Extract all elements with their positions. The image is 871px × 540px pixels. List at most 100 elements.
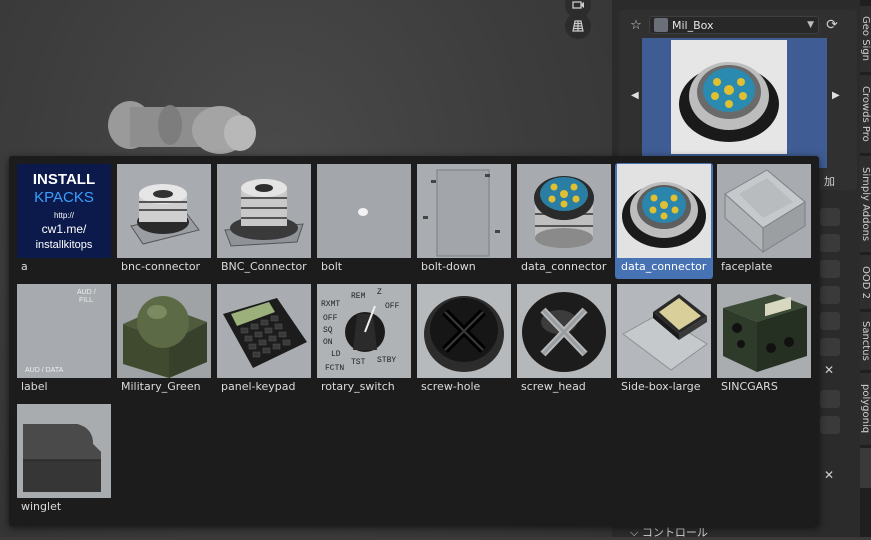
property-button-8[interactable] xyxy=(820,416,840,434)
property-button-1[interactable] xyxy=(820,208,840,226)
asset-thumbnail xyxy=(517,284,611,378)
asset-tile-label: BNC_Connector xyxy=(221,260,307,273)
tab-geo-sign[interactable]: Geo Sign xyxy=(860,6,871,72)
asset-tile[interactable]: panel-keypad xyxy=(215,283,313,399)
asset-tile-label: label xyxy=(21,380,48,393)
asset-dropdown-value: Mil_Box xyxy=(672,18,714,32)
rotary-label-sq: SQ xyxy=(323,326,333,335)
label-thumb-bottom: AUD / DATA xyxy=(25,367,64,374)
asset-tile-label: bolt xyxy=(321,260,343,273)
asset-tile-label: data_connector xyxy=(521,260,607,273)
asset-thumbnail-icon xyxy=(654,18,668,32)
asset-thumbnail xyxy=(17,404,111,498)
install-line4: cw1.me/ xyxy=(42,222,87,236)
asset-tile-label: screw-hole xyxy=(421,380,481,393)
close-icon[interactable]: ✕ xyxy=(824,468,834,482)
previous-arrow-icon[interactable]: ◀ xyxy=(631,90,639,101)
asset-picker-popup: INSTALL KPACKS http:// cw1.me/ installki… xyxy=(9,156,819,526)
next-arrow-icon[interactable]: ▶ xyxy=(832,90,840,101)
install-line3: http:// xyxy=(54,211,75,220)
asset-thumbnail xyxy=(117,164,211,258)
asset-tile[interactable]: SINCGARS xyxy=(715,283,813,399)
asset-tile[interactable]: BNC_Connector xyxy=(215,163,313,279)
asset-tile-label: screw_head xyxy=(521,380,586,393)
tab-simply-addons[interactable]: Simply Addons xyxy=(860,156,871,252)
asset-thumbnail xyxy=(317,164,411,258)
rotary-label-on: ON xyxy=(323,338,333,347)
asset-tile-label: a xyxy=(21,260,28,273)
property-button-4[interactable] xyxy=(820,286,840,304)
add-label[interactable]: 加 xyxy=(824,173,835,189)
asset-tile-label: faceplate xyxy=(721,260,773,273)
asset-thumbnail xyxy=(417,164,511,258)
asset-tile[interactable]: bnc-connector xyxy=(115,163,213,279)
asset-tile-label: rotary_switch xyxy=(321,380,395,393)
asset-tile-label: Side-box-large xyxy=(621,380,701,393)
tab-sanctus[interactable]: Sanctus xyxy=(860,312,871,370)
asset-tile[interactable]: data_connector xyxy=(515,163,613,279)
asset-thumbnail xyxy=(717,164,811,258)
controls-label: コントロール xyxy=(641,526,708,539)
sidebar-tabs: Geo Sign Crowds Pro Simply Addons OOD 2 … xyxy=(860,0,871,537)
grid-view-icon[interactable] xyxy=(565,13,591,39)
rotary-label-fctn: FCTN xyxy=(325,364,344,373)
asset-tile[interactable]: bolt-down xyxy=(415,163,513,279)
asset-thumbnail xyxy=(117,284,211,378)
tab-polygoniq[interactable]: polygoniq xyxy=(860,373,871,445)
asset-tile[interactable]: screw-hole xyxy=(415,283,513,399)
asset-thumbnail xyxy=(517,164,611,258)
asset-thumbnail xyxy=(717,284,811,378)
label-thumb-top1: AUD / xyxy=(77,289,96,296)
asset-tile[interactable]: screw_head xyxy=(515,283,613,399)
asset-thumbnail xyxy=(217,284,311,378)
refresh-icon[interactable]: ⟳ xyxy=(823,16,841,34)
rotary-label-stby: STBY xyxy=(377,356,396,365)
property-button-2[interactable] xyxy=(820,234,840,252)
install-line2: KPACKS xyxy=(34,189,94,206)
asset-selector-row: ☆ Mil_Box ▼ ⟳ xyxy=(627,15,849,35)
tab-extra[interactable] xyxy=(860,448,871,488)
asset-tile-label: bnc-connector xyxy=(121,260,201,273)
asset-thumbnail: INSTALL KPACKS http:// cw1.me/ installki… xyxy=(17,164,111,258)
asset-tile-label: SINCGARS xyxy=(721,380,778,393)
asset-thumbnail xyxy=(217,164,311,258)
install-line1: INSTALL xyxy=(33,171,95,188)
tab-ood-2[interactable]: OOD 2 xyxy=(860,255,871,309)
asset-preview xyxy=(642,38,827,168)
rotary-label-tst: TST xyxy=(351,358,366,367)
asset-dropdown[interactable]: Mil_Box ▼ xyxy=(649,16,819,34)
asset-tile-selected[interactable]: data_connector xyxy=(615,163,713,279)
favorite-star-icon[interactable]: ☆ xyxy=(627,16,645,34)
tab-crowds-pro[interactable]: Crowds Pro xyxy=(860,75,871,153)
rotary-label-off-right: OFF xyxy=(385,302,400,311)
asset-tile[interactable]: bolt xyxy=(315,163,413,279)
asset-tile[interactable]: winglet xyxy=(15,403,113,519)
close-icon[interactable]: ✕ xyxy=(824,363,834,377)
property-button-7[interactable] xyxy=(820,390,840,408)
property-button-5[interactable] xyxy=(820,312,840,330)
asset-tile-label: panel-keypad xyxy=(221,380,296,393)
asset-tile-label: Military_Green xyxy=(121,380,201,393)
asset-tile[interactable]: RXMT OFF SQ ON LD FCTN REM Z OFF TST STB… xyxy=(315,283,413,399)
asset-tile[interactable]: INSTALL KPACKS http:// cw1.me/ installki… xyxy=(15,163,113,279)
rotary-label-off: OFF xyxy=(323,314,338,323)
property-button-6[interactable] xyxy=(820,338,840,356)
rotary-label-rxmt: RXMT xyxy=(321,300,340,309)
controls-panel-header[interactable]: ⌵ コントロール xyxy=(630,524,708,540)
asset-tile[interactable]: faceplate xyxy=(715,163,813,279)
chevron-down-icon: ▼ xyxy=(807,20,814,30)
asset-tile-label: winglet xyxy=(21,500,62,513)
chevron-down-icon: ⌵ xyxy=(630,526,642,539)
rotary-label-ld: LD xyxy=(331,350,341,359)
asset-thumbnail: AUD / FILL AUD / DATA xyxy=(17,284,111,378)
property-button-3[interactable] xyxy=(820,260,840,278)
asset-tile-label: data_connector xyxy=(621,260,707,273)
asset-thumbnail: RXMT OFF SQ ON LD FCTN REM Z OFF TST STB… xyxy=(317,284,411,378)
asset-thumbnail xyxy=(617,284,711,378)
asset-tile[interactable]: Side-box-large xyxy=(615,283,713,399)
label-thumb-top2: FILL xyxy=(79,297,93,304)
asset-tile-label: bolt-down xyxy=(421,260,476,273)
asset-thumbnail xyxy=(617,164,711,258)
asset-tile[interactable]: Military_Green xyxy=(115,283,213,399)
asset-tile[interactable]: AUD / FILL AUD / DATA label xyxy=(15,283,113,399)
